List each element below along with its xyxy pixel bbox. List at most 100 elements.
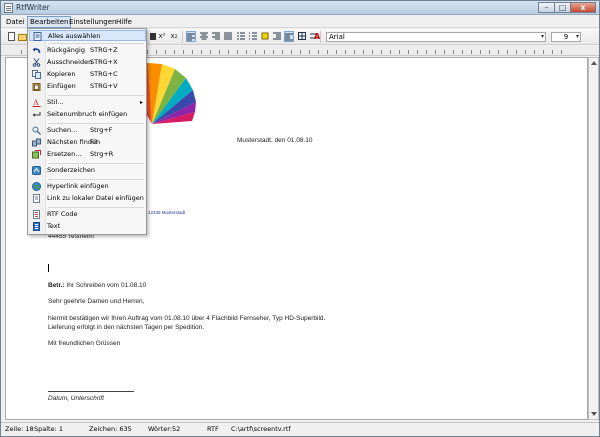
highlight-icon[interactable] — [260, 31, 270, 42]
menu-special-char[interactable]: Sonderzeichen — [29, 165, 146, 176]
close-button[interactable]: x — [570, 2, 596, 13]
search-icon — [32, 126, 41, 135]
menu-bar: Datei Bearbeiten Einstellungen Hilfe — [1, 16, 599, 28]
rtf-code-icon — [33, 210, 40, 219]
menu-replace[interactable]: Ersetzen... Strg+R — [29, 149, 146, 160]
menu-item-label: Kopieren — [47, 70, 76, 78]
menu-einstellungen[interactable]: Einstellungen — [67, 17, 118, 28]
menu-separator — [48, 179, 144, 180]
status-chars: Zeichen: 635 — [89, 425, 132, 433]
menu-hilfe[interactable]: Hilfe — [114, 17, 134, 28]
status-format: RTF — [207, 425, 219, 433]
chevron-down-icon[interactable]: ▾ — [576, 33, 579, 41]
menu-separator — [48, 123, 144, 124]
bullet-list-icon[interactable] — [236, 31, 246, 42]
minimize-button[interactable]: – — [538, 2, 555, 13]
select-all-icon — [33, 32, 42, 41]
menu-separator — [48, 95, 144, 96]
special-char-icon — [32, 166, 41, 175]
menu-bearbeiten[interactable]: Bearbeiten — [27, 16, 72, 28]
menu-item-shortcut: STRG+V — [90, 82, 118, 90]
justify-icon[interactable] — [223, 31, 233, 42]
page-break-icon — [32, 112, 41, 117]
menu-item-shortcut: STRG+C — [90, 70, 118, 78]
subject-label: Betr.: — [48, 282, 65, 289]
undo-icon — [32, 47, 41, 54]
font-size-select[interactable]: 9 ▾ — [551, 32, 581, 42]
svg-text:A: A — [33, 98, 39, 107]
find-next-icon — [32, 138, 41, 147]
body-line-2: Lieferung erfolgt in den nächsten Tagen … — [48, 324, 204, 331]
paste-icon — [32, 83, 41, 91]
menu-item-label: Einfügen — [47, 82, 76, 90]
subject-line: Betr.: Ihr Schreiben vom 01.08.10 — [48, 282, 146, 289]
text-icon — [33, 222, 40, 231]
menu-copy[interactable]: Kopieren STRG+C — [29, 69, 146, 80]
menu-item-label: Hyperlink einfügen — [47, 182, 109, 190]
menu-datei[interactable]: Datei — [4, 17, 27, 28]
status-column: Spalte: 1 — [34, 425, 63, 433]
superscript-button[interactable]: x² — [157, 31, 167, 42]
style-icon: A — [32, 98, 41, 107]
place-date: Musterstadt, den 01.08.10 — [237, 137, 313, 144]
indent-icon[interactable] — [272, 31, 282, 42]
menu-item-shortcut: STRG+Z — [90, 46, 118, 54]
menu-page-break[interactable]: Seitenumbruch einfügen — [29, 109, 146, 120]
menu-undo[interactable]: Rückgängig STRG+Z — [29, 45, 146, 56]
app-icon — [4, 3, 13, 13]
chevron-down-icon[interactable]: ▾ — [541, 33, 544, 41]
menu-item-label: Seitenumbruch einfügen — [47, 110, 128, 118]
menu-rtf-code[interactable]: RTF Code — [29, 209, 146, 220]
scroll-down-icon[interactable] — [591, 412, 597, 416]
menu-item-label: Sonderzeichen — [47, 166, 96, 174]
maximize-button[interactable]: □ — [554, 2, 571, 13]
new-document-icon[interactable] — [7, 31, 17, 42]
signature-line — [48, 391, 134, 392]
menu-item-label: Ersetzen... — [47, 150, 82, 158]
menu-item-label: Stil... — [47, 98, 64, 106]
menu-local-file-link[interactable]: Link zu lokaler Datei einfügen — [29, 193, 146, 204]
cut-icon — [32, 58, 41, 67]
align-center-icon[interactable] — [199, 31, 209, 42]
menu-find-next[interactable]: Nächsten finden F3 — [29, 137, 146, 148]
menu-select-all[interactable]: Alles auswählen — [29, 30, 146, 41]
text-caret — [48, 264, 49, 272]
file-link-icon — [33, 194, 40, 203]
font-family-select[interactable]: Arial ▾ — [326, 32, 546, 42]
window-title: RtfWriter — [16, 3, 50, 12]
menu-item-shortcut: Strg+R — [90, 150, 114, 158]
align-left-icon[interactable] — [186, 31, 196, 42]
menu-item-label: Link zu lokaler Datei einfügen — [47, 194, 144, 202]
numbered-list-icon[interactable] — [248, 31, 258, 42]
salutation: Sehr geehrte Damen und Herren, — [48, 298, 145, 305]
menu-search[interactable]: Suchen... Strg+F — [29, 125, 146, 136]
status-words: Wörter:52 — [148, 425, 181, 433]
menu-separator — [48, 207, 144, 208]
menu-cut[interactable]: Ausschneiden STRG+X — [29, 57, 146, 68]
menu-text[interactable]: Text — [29, 221, 146, 232]
menu-style[interactable]: A Stil... ▸ — [29, 97, 146, 108]
copy-icon — [32, 70, 41, 79]
app-window: RtfWriter – □ x Datei Bearbeiten Einstel… — [0, 0, 600, 437]
signature-caption: Datum, Unterschrift — [48, 395, 104, 402]
submenu-arrow-icon: ▸ — [139, 99, 143, 106]
font-color-icon[interactable]: A — [314, 32, 320, 41]
vertical-scrollbar[interactable] — [588, 57, 599, 420]
title-bar[interactable]: RtfWriter – □ x — [1, 1, 599, 15]
table-icon[interactable] — [297, 31, 307, 42]
menu-separator — [48, 163, 144, 164]
align-right-icon[interactable] — [211, 31, 221, 42]
menu-hyperlink[interactable]: Hyperlink einfügen — [29, 181, 146, 192]
outdent-icon[interactable] — [284, 31, 294, 42]
body-line-1: hiermit bestätigen wir Ihren Auftrag vom… — [48, 315, 326, 322]
menu-item-shortcut: Strg+F — [90, 126, 113, 134]
open-folder-icon[interactable] — [17, 31, 27, 42]
scroll-up-icon[interactable] — [591, 61, 597, 65]
menu-item-label: Suchen... — [47, 126, 78, 134]
subscript-button[interactable]: x₂ — [169, 31, 179, 42]
menu-item-label: RTF Code — [47, 210, 78, 218]
closing: Mit freundlichen Grüssen — [48, 340, 121, 347]
menu-item-label: Ausschneiden — [47, 58, 93, 66]
menu-paste[interactable]: Einfügen STRG+V — [29, 81, 146, 92]
hyperlink-icon — [32, 182, 41, 191]
